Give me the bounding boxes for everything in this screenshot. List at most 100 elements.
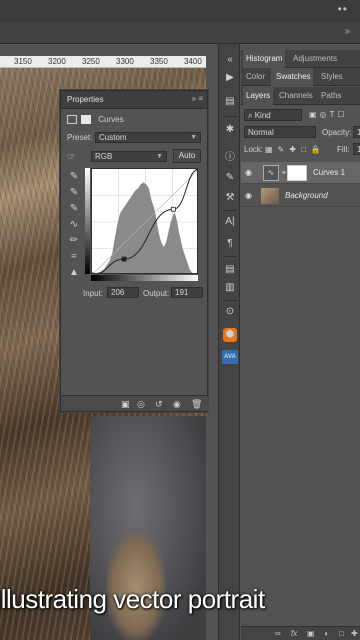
link-layers-icon[interactable]: ∞ xyxy=(275,629,281,638)
layer-row[interactable]: ◉ ∿ ⚭ Curves 1 xyxy=(241,162,360,184)
tab-channels[interactable]: Channels xyxy=(279,91,313,100)
navigator-icon[interactable]: ⊙ xyxy=(219,306,241,317)
properties-footer: ▣ ◎ ↺ ◉ 🗑 xyxy=(61,395,209,411)
video-caption: Illustrating vector portrait xyxy=(0,582,360,622)
gray-eyedropper-icon[interactable]: ✎ xyxy=(65,187,83,203)
mask-icon[interactable] xyxy=(81,115,91,125)
curve-control-point[interactable] xyxy=(196,169,198,172)
panel-tabs-3: Layers Channels Paths xyxy=(241,87,360,105)
layer-name[interactable]: Background xyxy=(285,191,328,200)
panel-menu-icon[interactable]: •• xyxy=(338,2,348,16)
info-circle-icon[interactable]: ⓘ xyxy=(219,148,241,163)
target-adjust-icon[interactable]: ☞ xyxy=(67,152,76,163)
tab-swatches[interactable]: Swatches xyxy=(276,72,311,81)
properties-menu-icon[interactable]: ≡ xyxy=(198,94,203,103)
curve-control-point[interactable] xyxy=(92,272,95,274)
fill-field[interactable]: 1 xyxy=(353,143,360,155)
visibility-icon[interactable]: ◉ xyxy=(173,399,181,410)
horizontal-ruler: 3150 3200 3250 3300 3350 3400 xyxy=(0,56,206,68)
glyphs-icon[interactable]: ▤ xyxy=(219,264,241,275)
black-eyedropper-icon[interactable]: ✎ xyxy=(65,171,83,187)
play-icon[interactable]: ▶ xyxy=(219,72,241,83)
view-previous-icon[interactable]: ◎ xyxy=(137,399,145,410)
top-bar: •• » xyxy=(0,0,360,44)
tab-paths[interactable]: Paths xyxy=(321,91,341,100)
group-icon[interactable]: □ xyxy=(339,629,344,638)
auto-button[interactable]: Auto xyxy=(173,149,201,163)
panel-tabs-1: Histogram Adjustments xyxy=(241,50,360,68)
document-tab-strip: » xyxy=(0,22,360,44)
divider xyxy=(223,256,237,257)
properties-collapse-icon[interactable]: » ≡ xyxy=(192,94,203,103)
reset-icon[interactable]: ↺ xyxy=(155,399,163,410)
curve-control-point[interactable] xyxy=(170,206,176,212)
tab-color[interactable]: Color xyxy=(246,72,265,81)
caption-text: Illustrating vector portrait xyxy=(0,584,265,614)
panel-expand-icon[interactable]: » xyxy=(344,26,350,37)
curves-graph[interactable] xyxy=(91,168,198,274)
tab-layers[interactable]: Layers xyxy=(246,91,270,100)
clipping-warning-icon[interactable]: ▲ xyxy=(65,267,83,283)
divider xyxy=(223,116,237,117)
character-icon[interactable]: A| xyxy=(219,216,241,227)
fill-label: Fill: xyxy=(337,145,350,154)
curve-point-icon[interactable]: ∿ xyxy=(65,219,83,235)
input-field[interactable]: 206 xyxy=(107,287,139,298)
curve-tools: ✎ ✎ ✎ ∿ ✏ ≈ ▲ xyxy=(65,171,83,283)
output-label: Output: xyxy=(143,289,170,298)
smooth-icon[interactable]: ≈ xyxy=(65,251,83,267)
ava-plugin-icon[interactable]: AVA xyxy=(222,350,238,364)
ruler-tick-label: 3350 xyxy=(150,57,168,66)
info-icon[interactable]: ▤ xyxy=(219,96,241,107)
tab-histogram[interactable]: Histogram xyxy=(246,54,282,63)
channel-select[interactable]: RGB ▼ xyxy=(91,151,167,162)
new-layer-icon[interactable]: ✚ xyxy=(351,629,358,638)
clone-source-icon[interactable]: ⚒ xyxy=(219,192,241,203)
preset-label: Preset: xyxy=(67,133,93,142)
layer-row[interactable]: ◉ Background xyxy=(241,185,360,207)
trash-icon[interactable]: 🗑 xyxy=(191,399,202,410)
layer-name[interactable]: Curves 1 xyxy=(313,168,345,177)
eye-icon[interactable]: ◉ xyxy=(245,191,252,200)
divider xyxy=(223,300,237,301)
layer-thumbnail xyxy=(261,188,279,204)
layer-mask-thumbnail[interactable] xyxy=(287,165,307,181)
brush-settings-icon[interactable]: ✱ xyxy=(219,124,241,135)
blend-mode-select[interactable]: Normal xyxy=(244,126,316,138)
white-eyedropper-icon[interactable]: ✎ xyxy=(65,203,83,219)
fx-icon[interactable]: fx xyxy=(291,629,297,638)
tab-styles[interactable]: Styles xyxy=(321,72,343,81)
curves-adjustment-icon xyxy=(67,115,77,125)
ruler-tick-label: 3300 xyxy=(116,57,134,66)
curve-control-point[interactable] xyxy=(121,256,127,262)
channel-value: RGB xyxy=(95,152,113,161)
layers-footer: ∞ fx ▣ ◑ □ ✚ xyxy=(241,626,360,640)
lock-icons[interactable]: ▦✎✚□🔒 xyxy=(265,145,326,159)
paragraph-icon[interactable]: ¶ xyxy=(219,238,241,249)
pencil-icon[interactable]: ✏ xyxy=(65,235,83,251)
clip-to-layer-icon[interactable]: ▣ xyxy=(121,399,130,410)
filter-icons[interactable]: ▣◎T☐ xyxy=(309,110,348,124)
right-panel-dock: Histogram Adjustments Color Swatches Sty… xyxy=(241,44,360,640)
opacity-field[interactable]: 1 xyxy=(353,126,360,138)
ruler-tick-label: 3200 xyxy=(48,57,66,66)
adjustment-type-row: Curves xyxy=(67,115,124,125)
chevron-down-icon: ▼ xyxy=(156,153,163,160)
add-mask-icon[interactable]: ▣ xyxy=(307,629,315,638)
tab-adjustments[interactable]: Adjustments xyxy=(293,54,337,63)
preset-select[interactable]: Custom ▼ xyxy=(95,132,201,143)
eye-icon[interactable]: ◉ xyxy=(245,168,252,177)
chevron-down-icon: ▼ xyxy=(190,134,197,141)
notes-icon[interactable]: ▥ xyxy=(219,282,241,293)
plugin-icon[interactable]: ⬢ xyxy=(223,328,237,342)
brush-icon[interactable]: ✎ xyxy=(219,172,241,183)
adjustment-layer-icon[interactable]: ◑ xyxy=(323,629,328,638)
blend-mode-value: Normal xyxy=(248,128,274,137)
layer-filter-select[interactable]: ⌕ Kind xyxy=(244,109,302,121)
opacity-label: Opacity: xyxy=(322,128,352,137)
expand-panels-icon[interactable]: « xyxy=(219,54,241,65)
search-icon: ⌕ xyxy=(248,111,253,120)
output-field[interactable]: 191 xyxy=(171,287,203,298)
input-gradient-bar xyxy=(91,275,198,281)
ruler-tick-label: 3400 xyxy=(184,57,202,66)
